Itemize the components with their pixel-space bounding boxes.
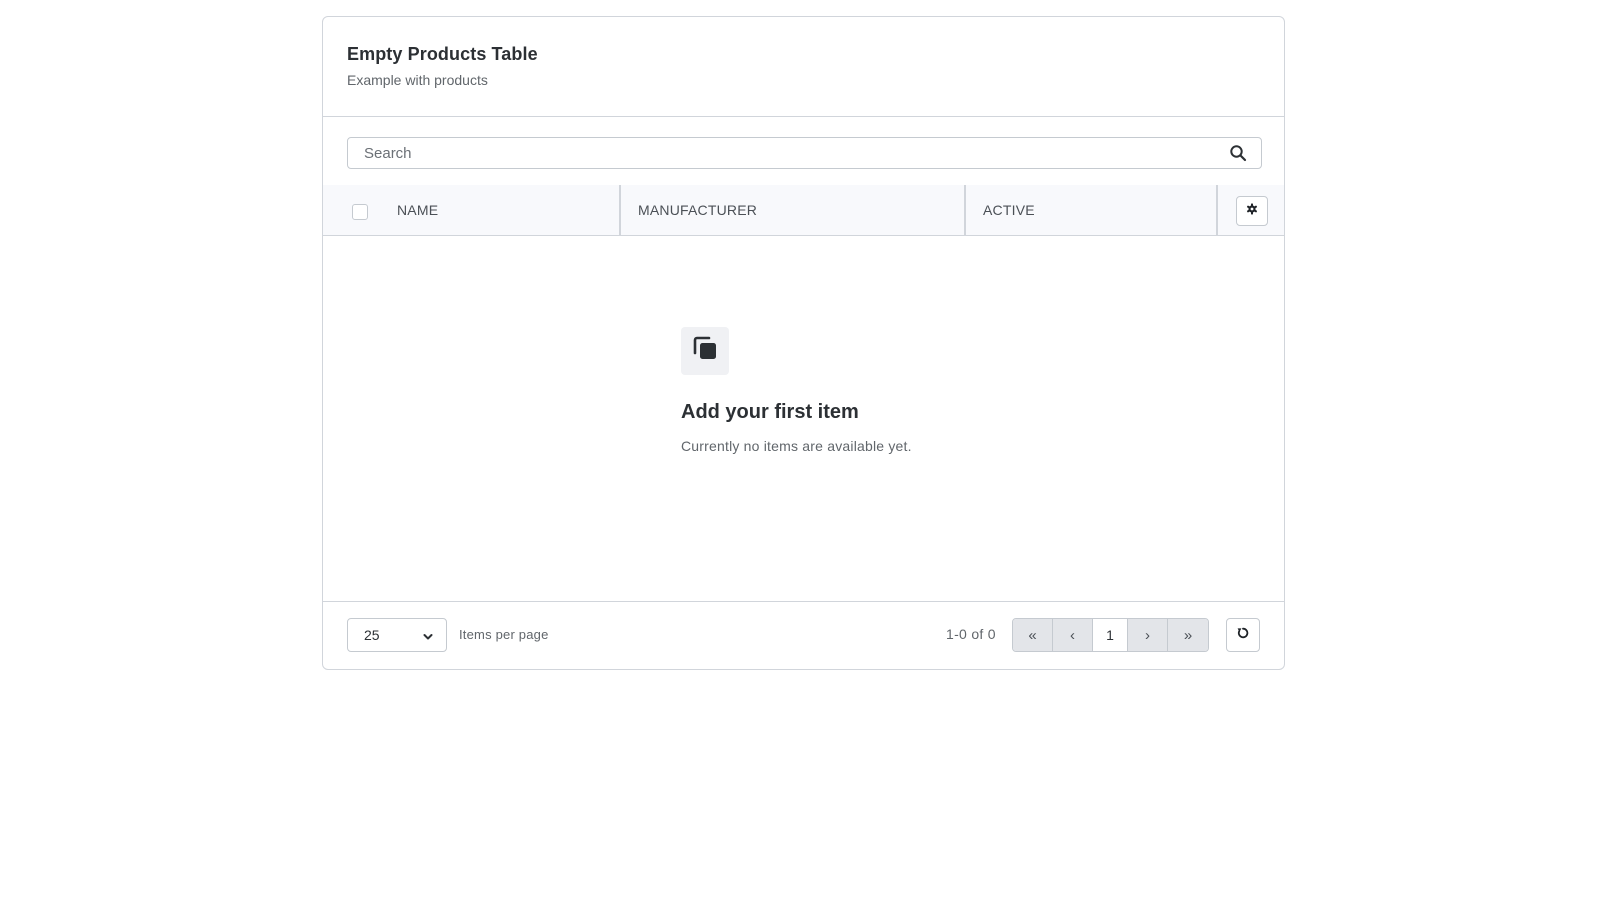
search-input[interactable] <box>348 138 1208 168</box>
column-resize-handle[interactable] <box>619 185 621 235</box>
card-title: Empty Products Table <box>347 44 538 64</box>
current-page-indicator[interactable]: 1 <box>1093 619 1128 651</box>
items-per-page-label: Items per page <box>459 627 549 642</box>
empty-state-icon-box <box>681 327 729 375</box>
column-settings-button[interactable] <box>1236 196 1268 226</box>
pagination-range: 1-0 of 0 <box>946 626 996 642</box>
column-resize-handle[interactable] <box>1216 185 1218 235</box>
column-header-name[interactable]: NAME <box>397 185 438 235</box>
search-box[interactable] <box>347 137 1262 169</box>
table-footer: 25 Items per page 1-0 of 0 « ‹ 1 › » <box>323 601 1284 669</box>
pagination: « ‹ 1 › » <box>1012 618 1209 652</box>
column-header-manufacturer[interactable]: MANUFACTURER <box>638 185 757 235</box>
column-header-active[interactable]: ACTIVE <box>983 185 1035 235</box>
card-subtitle: Example with products <box>347 72 488 88</box>
search-icon[interactable] <box>1229 144 1247 162</box>
first-page-button[interactable]: « <box>1013 619 1053 651</box>
items-per-page-value: 25 <box>364 627 380 643</box>
next-page-button[interactable]: › <box>1128 619 1168 651</box>
copy-icon <box>692 336 718 367</box>
table-header: NAME MANUFACTURER ACTIVE <box>323 185 1284 236</box>
last-page-button[interactable]: » <box>1168 619 1208 651</box>
previous-page-button[interactable]: ‹ <box>1053 619 1093 651</box>
select-all-checkbox[interactable] <box>352 204 368 220</box>
empty-state-text: Currently no items are available yet. <box>681 438 912 454</box>
chevron-down-icon <box>422 630 434 642</box>
gear-icon <box>1246 202 1258 220</box>
items-per-page-select[interactable]: 25 <box>347 618 447 652</box>
empty-state-title: Add your first item <box>681 401 859 423</box>
card-header: Empty Products Table Example with produc… <box>323 17 1284 117</box>
refresh-button[interactable] <box>1226 618 1260 652</box>
refresh-icon <box>1236 626 1250 645</box>
column-resize-handle[interactable] <box>964 185 966 235</box>
products-card: Empty Products Table Example with produc… <box>322 16 1285 670</box>
